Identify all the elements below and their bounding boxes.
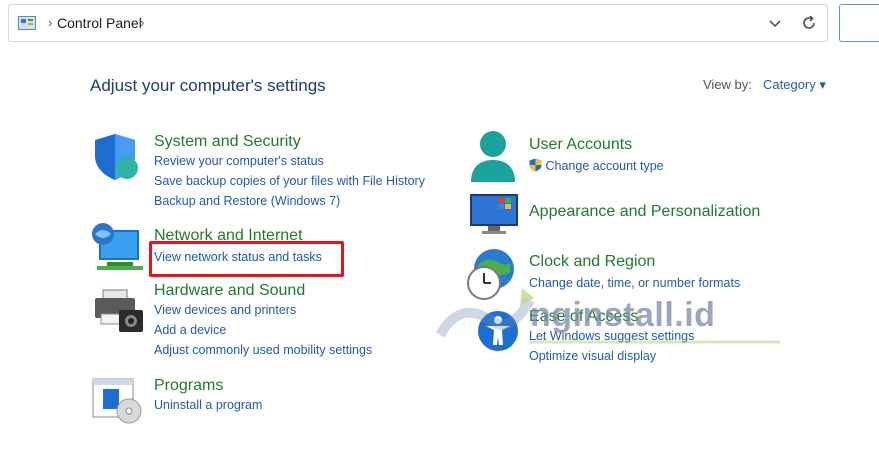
breadcrumb-separator[interactable]: › [48,15,52,30]
link-uninstall-program[interactable]: Uninstall a program [154,395,262,415]
programs-icon [92,378,142,424]
category-appearance: Appearance and Personalization [529,203,760,221]
user-icon [471,131,515,182]
view-by-dropdown[interactable]: Category ▾ [763,77,826,93]
category-programs: Programs Uninstall a program [154,377,262,415]
category-title[interactable]: Programs [154,377,262,395]
link-devices-printers[interactable]: View devices and printers [154,300,372,320]
link-add-device[interactable]: Add a device [154,320,372,340]
category-title[interactable]: Clock and Region [529,253,740,271]
uac-shield-icon [529,158,542,172]
category-title[interactable]: System and Security [154,133,425,151]
highlight-box [149,241,344,277]
control-panel-icon [18,16,36,30]
address-bar[interactable]: › Control Panel › [8,4,828,42]
category-title[interactable]: Hardware and Sound [154,282,372,300]
chevron-down-icon[interactable] [765,13,785,33]
link-review-status[interactable]: Review your computer's status [154,151,425,171]
category-user-accounts: User Accounts Change account type [529,136,664,176]
shield-icon [95,134,138,180]
breadcrumb-control-panel[interactable]: Control Panel [57,15,142,31]
category-title[interactable]: User Accounts [529,136,664,154]
breadcrumb-separator[interactable]: › [140,15,144,30]
link-mobility-settings[interactable]: Adjust commonly used mobility settings [154,340,372,360]
monitor-icon [470,194,518,234]
link-label[interactable]: Change account type [545,159,663,173]
network-icon [92,223,143,270]
link-file-history[interactable]: Save backup copies of your files with Fi… [154,171,425,191]
page-title: Adjust your computer's settings [90,76,326,95]
category-hardware-sound: Hardware and Sound View devices and prin… [154,282,372,360]
category-system-security: System and Security Review your computer… [154,133,425,211]
printer-icon [95,289,143,332]
watermark-text: nginstall.id [530,296,716,334]
category-title[interactable]: Appearance and Personalization [529,203,760,221]
search-input[interactable] [839,4,879,42]
refresh-icon[interactable] [799,13,819,33]
link-change-account-type[interactable]: Change account type [529,156,664,176]
view-by-label: View by: [703,77,752,92]
link-backup-restore[interactable]: Backup and Restore (Windows 7) [154,191,425,211]
